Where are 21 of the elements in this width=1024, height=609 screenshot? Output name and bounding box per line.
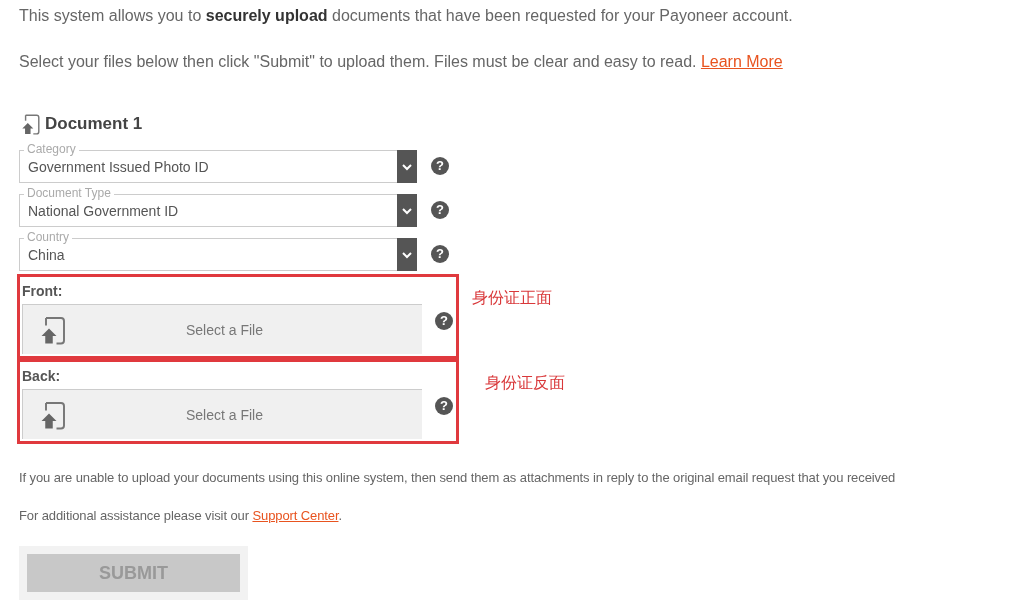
annotation-text: 身份证正面 [472, 288, 552, 308]
select-file-button[interactable]: Select a File [22, 389, 422, 439]
learn-more-link[interactable]: Learn More [700, 53, 783, 70]
help-button[interactable]: ? [431, 201, 449, 219]
info-text: For additional assistance please visit our Support Center. [19, 507, 343, 525]
annotation-text: 身份证反面 [485, 373, 565, 393]
chevron-down-icon[interactable] [397, 150, 417, 183]
intro-text: This system allows you to securely upload documents that have been requested for your Payoneer account. [19, 6, 794, 26]
select-file-button[interactable]: Select a File [22, 304, 422, 354]
file-label: Front: [22, 283, 64, 299]
help-button[interactable]: ? [431, 157, 449, 175]
help-button[interactable]: ? [431, 245, 449, 263]
chevron-down-icon[interactable] [397, 194, 417, 227]
info-text: If you are unable to upload your documents using this online system, then send them as attachments in reply to the original email request that you received [19, 469, 897, 487]
file-label: Back: [22, 368, 62, 384]
chevron-down-icon[interactable] [397, 238, 417, 271]
document-title: Document 1 [45, 114, 143, 134]
help-button[interactable]: ? [435, 397, 453, 415]
intro-text: Select your files below then click "Submit" to upload them. Files must be clear and easy to read. Learn More [19, 52, 784, 72]
support-center-link[interactable]: Support Center [252, 508, 339, 523]
help-button[interactable]: ? [435, 312, 453, 330]
